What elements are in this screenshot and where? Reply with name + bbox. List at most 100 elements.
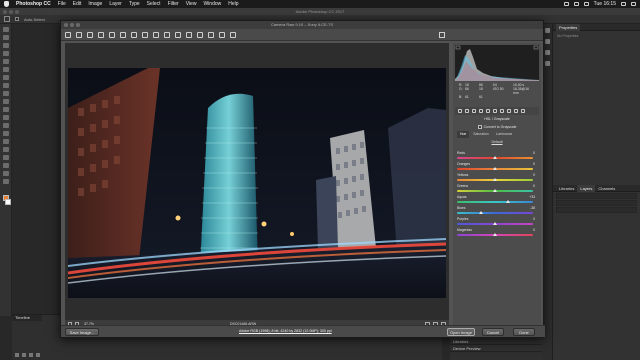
marquee-tool[interactable] xyxy=(2,35,9,40)
menu-window[interactable]: Window xyxy=(203,1,221,7)
convert-grayscale-checkbox[interactable] xyxy=(477,124,482,129)
dialog-close-button[interactable] xyxy=(64,23,68,27)
slider-value-field[interactable]: 0 xyxy=(521,162,535,167)
slider-greens[interactable]: Greens 0 xyxy=(457,184,537,194)
history-brush-tool[interactable] xyxy=(2,99,9,104)
healing-brush-tool[interactable] xyxy=(2,75,9,80)
rotate-right-icon[interactable] xyxy=(230,31,236,38)
color-sampler-icon[interactable] xyxy=(98,31,104,38)
background-color-swatch[interactable] xyxy=(4,199,11,205)
slider-thumb[interactable] xyxy=(493,222,497,225)
slider-thumb[interactable] xyxy=(493,189,497,192)
dialog-zoom-button[interactable] xyxy=(76,23,80,27)
slider-value-field[interactable]: +33 xyxy=(521,195,535,200)
tab-properties[interactable]: Properties xyxy=(556,23,581,31)
menu-edit[interactable]: Edit xyxy=(73,1,82,7)
graduated-filter-icon[interactable] xyxy=(186,31,192,38)
adjustment-brush-icon[interactable] xyxy=(175,31,181,38)
radial-filter-icon[interactable] xyxy=(197,31,203,38)
dialog-minimize-button[interactable] xyxy=(70,23,74,27)
move-tool[interactable] xyxy=(2,27,9,32)
adjustments-panel-icon[interactable] xyxy=(544,39,550,44)
slider-thumb[interactable] xyxy=(493,167,497,170)
layer-blend-row[interactable] xyxy=(556,200,637,206)
preferences-icon[interactable] xyxy=(208,31,214,38)
slider-value-field[interactable]: 0 xyxy=(521,228,535,233)
gradient-tool[interactable] xyxy=(2,115,9,120)
clone-stamp-tool[interactable] xyxy=(2,91,9,96)
basic-panel-icon[interactable] xyxy=(458,109,462,113)
apple-icon[interactable] xyxy=(4,1,9,7)
lens-panel-icon[interactable] xyxy=(493,109,497,113)
slider-value-field[interactable]: 0 xyxy=(521,173,535,178)
menu-type[interactable]: Type xyxy=(129,1,140,7)
eraser-tool[interactable] xyxy=(2,107,9,112)
slider-oranges[interactable]: Oranges 0 xyxy=(457,162,537,172)
save-image-button[interactable]: Save Image... xyxy=(65,328,99,336)
slider-thumb[interactable] xyxy=(493,178,497,181)
auto-select-checkbox[interactable] xyxy=(15,17,19,21)
split-toning-panel-icon[interactable] xyxy=(486,109,490,113)
quick-select-tool[interactable] xyxy=(2,51,9,56)
eyedropper-tool[interactable] xyxy=(2,67,9,72)
search-icon[interactable] xyxy=(621,2,626,6)
layer-filter-row[interactable] xyxy=(556,193,637,199)
slider-thumb[interactable] xyxy=(493,156,497,159)
slider-aquas[interactable]: Aquas +33 xyxy=(457,195,537,205)
character-panel-icon[interactable] xyxy=(544,50,550,55)
paragraph-panel-icon[interactable] xyxy=(544,61,550,66)
next-frame-icon[interactable] xyxy=(36,353,40,357)
crop-icon[interactable] xyxy=(120,31,126,38)
tab-luminance[interactable]: Luminance xyxy=(493,131,516,138)
tab-timeline[interactable]: Timeline xyxy=(12,315,42,321)
menu-view[interactable]: View xyxy=(186,1,197,7)
menu-help[interactable]: Help xyxy=(228,1,238,7)
presets-panel-icon[interactable] xyxy=(514,109,518,113)
minimize-button[interactable] xyxy=(9,9,13,14)
tab-channels[interactable]: Channels xyxy=(595,185,618,192)
rotate-left-icon[interactable] xyxy=(219,31,225,38)
slider-magentas[interactable]: Magentas 0 xyxy=(457,228,537,238)
slider-thumb[interactable] xyxy=(478,211,483,214)
lasso-tool[interactable] xyxy=(2,43,9,48)
dodge-tool[interactable] xyxy=(2,131,9,136)
slider-value-field[interactable]: 0 xyxy=(521,217,535,222)
crop-tool[interactable] xyxy=(2,59,9,64)
hand-tool[interactable] xyxy=(2,171,9,176)
slider-value-field[interactable]: -38 xyxy=(521,206,535,211)
menu-list-icon[interactable] xyxy=(631,2,636,6)
slider-value-field[interactable]: 0 xyxy=(521,151,535,156)
type-tool[interactable] xyxy=(2,147,9,152)
history-panel-icon[interactable] xyxy=(544,28,550,33)
menu-layer[interactable]: Layer xyxy=(109,1,122,7)
menu-select[interactable]: Select xyxy=(147,1,161,7)
tab-saturation[interactable]: Saturation xyxy=(470,131,491,138)
brush-tool[interactable] xyxy=(2,83,9,88)
menu-file[interactable]: File xyxy=(58,1,66,7)
hand-icon[interactable] xyxy=(76,31,82,38)
tab-layers[interactable]: Layers xyxy=(577,184,596,192)
first-frame-icon[interactable] xyxy=(15,353,19,357)
slider-track[interactable] xyxy=(457,201,533,203)
battery-icon[interactable] xyxy=(583,2,589,6)
slider-blues[interactable]: Blues -38 xyxy=(457,206,537,216)
slider-purples[interactable]: Purples 0 xyxy=(457,217,537,227)
calibration-panel-icon[interactable] xyxy=(507,109,511,113)
tab-hue[interactable]: Hue xyxy=(457,131,470,138)
slider-reds[interactable]: Reds 0 xyxy=(457,151,537,161)
zoom-icon[interactable] xyxy=(65,31,71,38)
slider-thumb[interactable] xyxy=(493,233,497,236)
play-icon[interactable] xyxy=(29,353,33,357)
default-link[interactable]: Default xyxy=(455,139,539,145)
fullscreen-icon[interactable] xyxy=(439,32,445,38)
app-menu[interactable]: Photoshop CC xyxy=(16,1,51,7)
workflow-options-link[interactable]: Adobe RGB (1998); 8 bit; 4240 by 2832 (1… xyxy=(239,329,332,333)
hsl-panel-icon[interactable] xyxy=(479,109,483,113)
move-tool-icon[interactable] xyxy=(4,16,10,22)
volume-icon[interactable] xyxy=(573,2,579,6)
slider-thumb[interactable] xyxy=(505,200,510,203)
white-balance-icon[interactable] xyxy=(87,31,93,38)
pen-tool[interactable] xyxy=(2,139,9,144)
device-preview-panel-tab[interactable]: Device Preview xyxy=(450,345,542,352)
libraries-panel-tab[interactable]: Libraries xyxy=(450,338,542,345)
